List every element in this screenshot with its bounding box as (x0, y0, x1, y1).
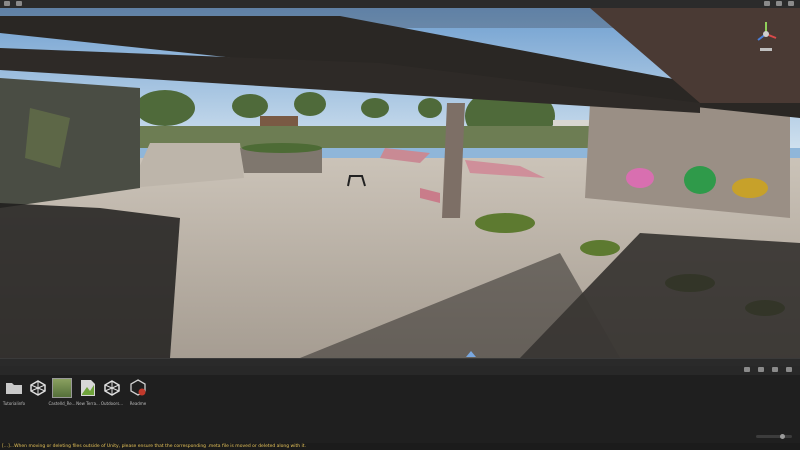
readme-icon (128, 378, 148, 398)
graffiti-wall (585, 98, 790, 218)
scene-toolbar (0, 0, 800, 8)
asset-outdoors[interactable]: Outdoors... (98, 378, 126, 406)
unity-scene-icon (102, 378, 122, 398)
folder-icon (4, 378, 24, 398)
scene-viewport[interactable] (0, 8, 800, 358)
slider-knob[interactable] (780, 434, 785, 439)
asset-label: Castelld_Re... (48, 401, 76, 406)
hidden-packages-icon[interactable] (786, 367, 792, 372)
unity-scene-icon (28, 378, 48, 398)
favorite-icon[interactable] (772, 367, 778, 372)
scene-camera-icon[interactable] (776, 1, 782, 6)
terrain-data-icon (78, 378, 98, 398)
search-icon[interactable] (744, 367, 750, 372)
move-tool-icon[interactable] (16, 1, 22, 6)
project-header (0, 366, 800, 375)
asset-label: Outdoors... (100, 401, 124, 406)
thumbnail-size-slider[interactable] (756, 434, 792, 439)
filter-icon[interactable] (758, 367, 764, 372)
orientation-gizmo[interactable] (752, 20, 780, 54)
asset-label: Readme (129, 401, 147, 406)
gizmos-menu-icon[interactable] (764, 1, 770, 6)
collapse-handle-icon[interactable] (466, 351, 476, 357)
scene-render (0, 8, 800, 358)
left-wall (0, 78, 140, 208)
status-bar: [...]...When moving or deleting files ou… (0, 443, 800, 450)
status-message[interactable]: [...]...When moving or deleting files ou… (2, 443, 306, 450)
shadow-left (0, 203, 180, 358)
asset-readme[interactable]: Readme (124, 378, 152, 406)
terrain-icon (52, 378, 72, 398)
hand-tool-icon[interactable] (4, 1, 10, 6)
view-options-icon[interactable] (788, 1, 794, 6)
asset-castelld[interactable]: Castelld_Re... (48, 378, 76, 406)
asset-label: Tutorialinfo (2, 401, 26, 406)
project-assets: Tutorialinfo Castelld_Re... New Terra...… (0, 375, 800, 443)
